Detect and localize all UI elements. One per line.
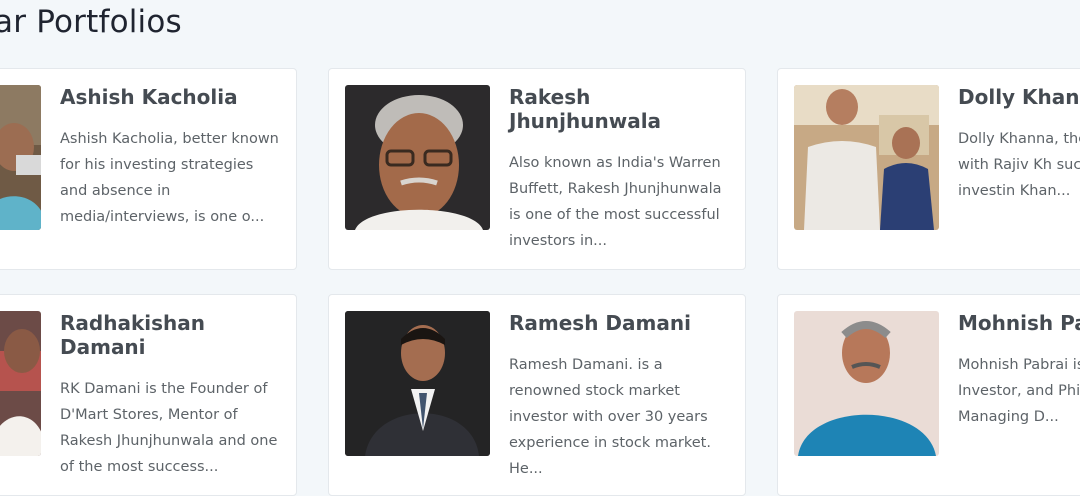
investor-description: Ramesh Damani. is a renowned stock marke… <box>509 357 711 477</box>
investor-description: Ashish Kacholia, better known for his in… <box>60 131 279 225</box>
investor-description: RK Damani is the Founder of D'Mart Store… <box>60 381 278 475</box>
investor-card-ramesh-damani[interactable]: Ramesh Damani Ramesh Damani. is a renown… <box>328 294 746 496</box>
investor-photo <box>794 85 939 230</box>
investor-name: Rakesh Jhunjhunwala <box>509 85 662 133</box>
investor-card-radhakishan-damani[interactable]: Radhakishan Damani RK Damani is the Foun… <box>0 294 297 496</box>
investor-name: Ashish Kacholia <box>60 85 238 109</box>
investor-description: Mohnish Pabrai is a American Investor, a… <box>958 357 1080 425</box>
investor-card-dolly-khanna[interactable]: Dolly Khanna Dolly Khanna, the m along w… <box>777 68 1080 270</box>
investor-name: Ramesh Damani <box>509 311 691 335</box>
investor-card-ashish-kacholia[interactable]: Ashish Kacholia Ashish Kacholia, better … <box>0 68 297 270</box>
investor-photo <box>345 85 490 230</box>
investor-photo <box>345 311 490 456</box>
investor-photo <box>0 311 41 456</box>
investor-photo <box>0 85 41 230</box>
investor-description: Dolly Khanna, the m along with Rajiv Kh … <box>958 131 1080 199</box>
investor-description: Also known as India's Warren Buffett, Ra… <box>509 155 722 249</box>
investor-name: Radhakishan Damani <box>60 311 205 359</box>
section-title: ar Portfolios <box>0 4 182 40</box>
investor-name: Mohnish Pabrai <box>958 311 1080 335</box>
investor-card-rakesh-jhunjhunwala[interactable]: Rakesh Jhunjhunwala Also known as India'… <box>328 68 746 270</box>
portfolios-page: ar Portfolios Ashish Kacholia Ashish Kac… <box>0 0 1080 496</box>
investor-name: Dolly Khanna <box>958 85 1080 109</box>
investor-photo <box>794 311 939 456</box>
investor-card-mohnish-pabrai[interactable]: Mohnish Pabrai Mohnish Pabrai is a Ameri… <box>777 294 1080 496</box>
